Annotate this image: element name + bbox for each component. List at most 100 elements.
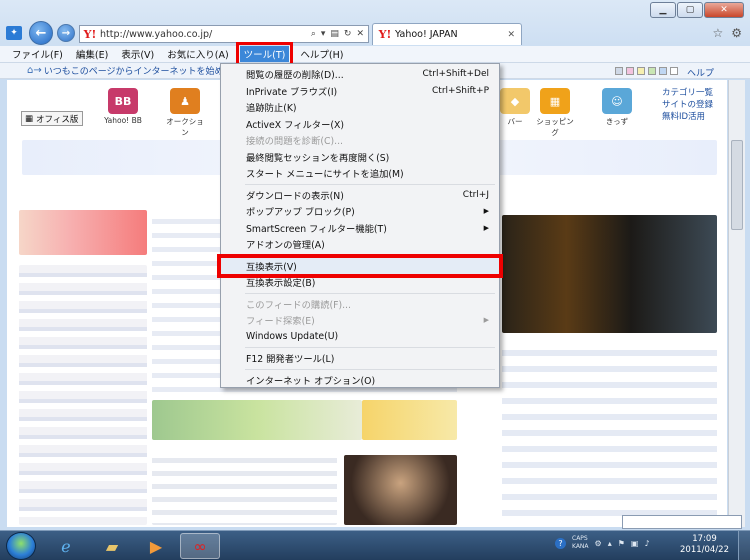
office-version-button[interactable]: ▦ オフィス版 bbox=[21, 111, 83, 126]
start-button[interactable] bbox=[6, 532, 36, 560]
flag-icon[interactable]: ⚑ bbox=[618, 539, 625, 548]
tools-menu-item[interactable]: SmartScreen フィルター機能(T) ▶ bbox=[221, 220, 499, 237]
compat-view-icon[interactable]: ▤ bbox=[330, 29, 339, 39]
tools-menu-item[interactable]: ActiveX フィルター(X) bbox=[221, 116, 499, 133]
service-partial-icon: ◆ bbox=[500, 88, 530, 114]
volume-icon[interactable]: ♪ bbox=[644, 539, 649, 548]
tab-yahoo[interactable]: Y! Yahoo! JAPAN ✕ bbox=[372, 23, 522, 45]
yahoo-favicon-icon: Y! bbox=[83, 27, 97, 41]
service-3[interactable]: ☺ きっず bbox=[597, 88, 637, 127]
close-button[interactable]: ✕ bbox=[704, 2, 744, 18]
home-arrow-icon: ⌂→ bbox=[27, 65, 42, 76]
tools-menu-item[interactable]: 最終閲覧セッションを再度開く(S) bbox=[221, 149, 499, 166]
tools-menu-item[interactable]: F12 開発者ツール(L) bbox=[221, 350, 499, 367]
scroll-thumb[interactable] bbox=[731, 140, 743, 230]
tools-menu-item[interactable]: InPrivate ブラウズ(I) Ctrl+Shift+P bbox=[221, 83, 499, 100]
submenu-arrow-icon: ▶ bbox=[483, 207, 489, 216]
color-swatch[interactable] bbox=[648, 67, 656, 75]
service-partial[interactable]: ◆ バー bbox=[495, 88, 535, 127]
tools-menu-item[interactable]: スタート メニューにサイトを追加(M) bbox=[221, 165, 499, 182]
color-swatch[interactable] bbox=[626, 67, 634, 75]
taskbar-active-app-icon[interactable]: ∞ bbox=[180, 533, 220, 559]
menu-separator bbox=[245, 368, 495, 370]
tools-menu-item: このフィードの購読(F)... bbox=[221, 296, 499, 313]
menu-bar: ファイル(F) 編集(E) 表示(V) お気に入り(A) ツール(T) ヘルプ(… bbox=[0, 42, 750, 66]
address-text[interactable]: http://www.yahoo.co.jp/ bbox=[100, 29, 212, 40]
tools-menu-item[interactable]: ダウンロードの表示(N) Ctrl+J bbox=[221, 187, 499, 204]
tools-menu-item: 接続の問題を診断(C)... bbox=[221, 132, 499, 149]
menu-separator bbox=[245, 254, 495, 256]
menu-item-label: アドオンの管理(A) bbox=[246, 240, 325, 252]
menu-item-label: Windows Update(U) bbox=[246, 331, 339, 343]
taskbar-mediaplayer-icon[interactable]: ▶ bbox=[136, 533, 176, 559]
dropdown-icon[interactable]: ▾ bbox=[321, 29, 326, 39]
right-link[interactable]: カテゴリ一覧 bbox=[662, 87, 713, 99]
color-swatch[interactable] bbox=[637, 67, 645, 75]
menu-item-label: 追跡防止(K) bbox=[246, 103, 297, 115]
taskbar-explorer-icon[interactable]: ▰ bbox=[92, 533, 132, 559]
taskbar-search-box[interactable] bbox=[622, 515, 742, 529]
help-link[interactable]: ヘルプ bbox=[687, 66, 714, 79]
blurred-yellow-ad bbox=[362, 400, 457, 440]
ime-tools-icon[interactable]: ⚙ bbox=[595, 539, 602, 548]
right-link[interactable]: 無料ID活用 bbox=[662, 111, 713, 123]
menu-item-compat-view[interactable]: 互換表示(V) bbox=[217, 253, 503, 278]
service-1[interactable]: ♟ オークション bbox=[165, 88, 205, 138]
menu-favorites[interactable]: お気に入り(A) bbox=[165, 46, 230, 62]
stop-icon[interactable]: ✕ bbox=[356, 29, 364, 39]
menu-separator bbox=[245, 183, 495, 185]
tools-menu-item[interactable]: 追跡防止(K) bbox=[221, 99, 499, 116]
menu-item-label: 閲覧の履歴の削除(D)... bbox=[246, 70, 344, 82]
color-swatch[interactable] bbox=[615, 67, 623, 75]
menu-item-label: このフィードの購読(F)... bbox=[246, 299, 351, 311]
taskbar-ie-icon[interactable]: ℯ bbox=[46, 533, 86, 559]
tools-menu-item[interactable]: Windows Update(U) bbox=[221, 329, 499, 346]
tools-menu-item[interactable]: 互換表示設定(B) bbox=[221, 274, 499, 291]
set-homepage-link[interactable]: いつもこのページからインターネットを始める bbox=[44, 64, 233, 77]
maximize-button[interactable]: ▢ bbox=[677, 2, 703, 18]
menu-edit[interactable]: 編集(E) bbox=[74, 46, 110, 62]
network-icon[interactable]: ▣ bbox=[631, 539, 639, 548]
service-label: きっず bbox=[605, 117, 629, 126]
back-button[interactable]: ← bbox=[29, 21, 53, 45]
service-label: オークション bbox=[166, 117, 204, 137]
right-link[interactable]: サイトの登録 bbox=[662, 99, 713, 111]
tools-menu-item[interactable]: ポップアップ ブロック(P) ▶ bbox=[221, 203, 499, 220]
blurred-right-column bbox=[502, 340, 717, 525]
address-bar[interactable]: Y! http://www.yahoo.co.jp/ ⌕ ▾ ▤ ↻ ✕ bbox=[79, 25, 369, 43]
color-swatch[interactable] bbox=[670, 67, 678, 75]
menu-file[interactable]: ファイル(F) bbox=[10, 46, 65, 62]
color-swatch[interactable] bbox=[659, 67, 667, 75]
search-icon[interactable]: ⌕ bbox=[311, 29, 316, 39]
favorites-star-icon[interactable]: ☆ bbox=[712, 26, 723, 40]
blurred-video-ad bbox=[502, 215, 717, 333]
tools-menu-item[interactable]: インターネット オプション(O) bbox=[221, 372, 499, 389]
vertical-scrollbar[interactable] bbox=[728, 80, 745, 527]
clock[interactable]: 17:09 2011/04/22 bbox=[680, 534, 729, 556]
menu-item-shortcut: Ctrl+Shift+P bbox=[432, 85, 489, 96]
menu-view[interactable]: 表示(V) bbox=[119, 46, 156, 62]
tools-menu-item[interactable]: アドオンの管理(A) bbox=[221, 236, 499, 253]
service-2[interactable]: ▦ ショッピング bbox=[535, 88, 575, 138]
minimize-button[interactable]: ▁ bbox=[650, 2, 676, 18]
office-version-label: オフィス版 bbox=[36, 114, 79, 125]
menu-item-label: ダウンロードの表示(N) bbox=[246, 190, 344, 202]
tools-menu-item: フィード探索(E) ▶ bbox=[221, 312, 499, 329]
tools-gear-icon[interactable]: ⚙ bbox=[731, 26, 742, 40]
tab-close-icon[interactable]: ✕ bbox=[507, 30, 515, 40]
show-desktop-button[interactable] bbox=[738, 531, 750, 560]
service-0[interactable]: BB Yahoo! BB bbox=[103, 88, 143, 125]
service-label: ショッピング bbox=[536, 117, 574, 137]
browser-window: ▁ ▢ ✕ ✦ ← → Y! http://www.yahoo.co.jp/ ⌕… bbox=[0, 0, 750, 530]
tools-menu-dropdown: 閲覧の履歴の削除(D)... Ctrl+Shift+Del InPrivate ブラ… bbox=[217, 63, 503, 389]
menu-item-label: 互換表示設定(B) bbox=[246, 278, 316, 290]
tray-arrow-icon[interactable]: ▴ bbox=[608, 539, 612, 548]
menu-help[interactable]: ヘルプ(H) bbox=[298, 46, 345, 62]
forward-button[interactable]: → bbox=[57, 24, 75, 42]
top-right-icons: ☆ ⚙ bbox=[712, 26, 742, 40]
help-tray-icon[interactable]: ? bbox=[555, 537, 566, 549]
tools-menu-item[interactable]: 閲覧の履歴の削除(D)... Ctrl+Shift+Del bbox=[221, 66, 499, 83]
menu-item-label: SmartScreen フィルター機能(T) bbox=[246, 223, 387, 235]
menu-tools[interactable]: ツール(T) bbox=[235, 42, 294, 66]
refresh-icon[interactable]: ↻ bbox=[344, 29, 352, 39]
